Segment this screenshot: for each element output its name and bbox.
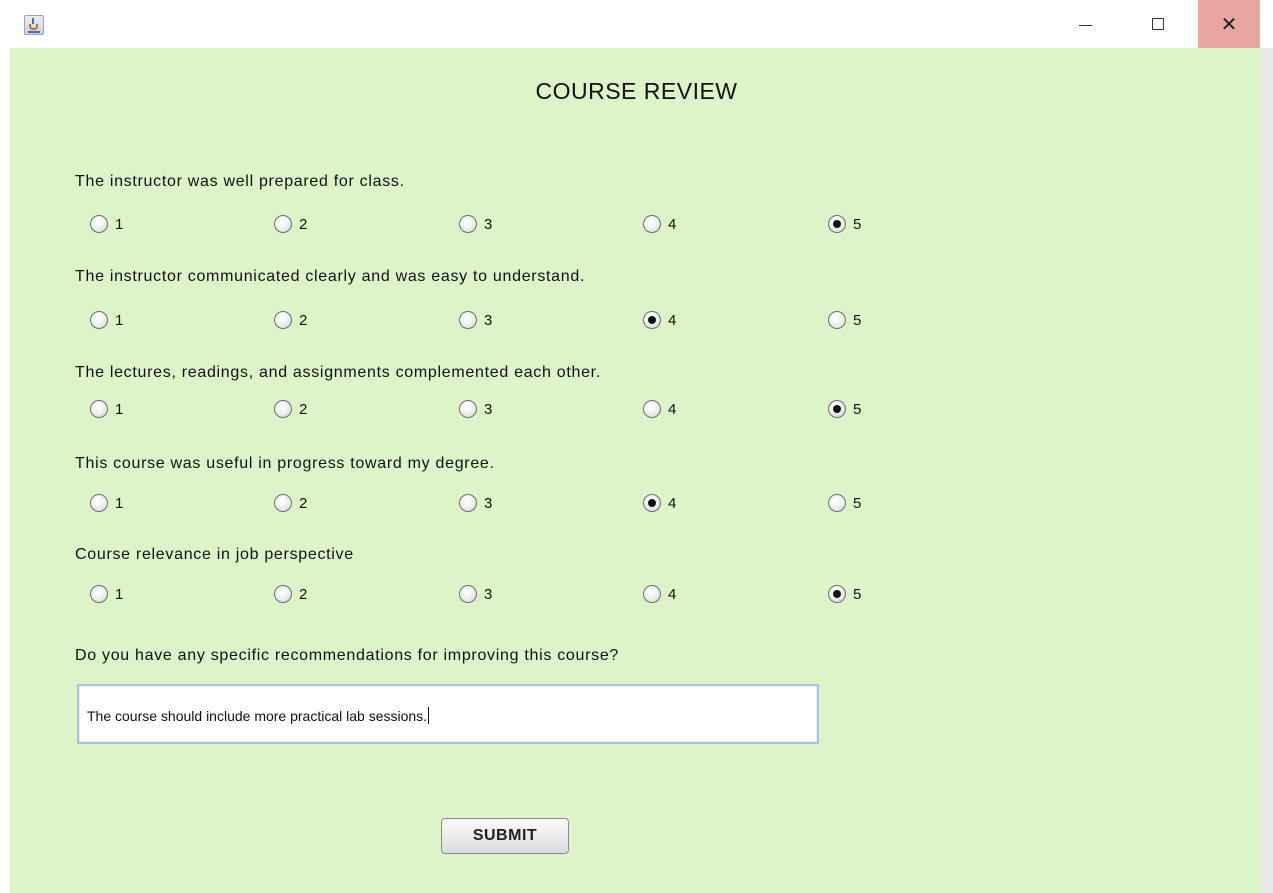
title-bar[interactable]: ✕ xyxy=(0,0,1273,48)
radio-unselected-icon xyxy=(90,585,108,603)
radio-label: 1 xyxy=(115,585,124,603)
radio-label: 5 xyxy=(853,215,862,233)
radio-label: 3 xyxy=(484,311,493,329)
radio-unselected-icon xyxy=(90,311,108,329)
question-2-label: The instructor communicated clearly and … xyxy=(75,268,586,285)
radio-label: 2 xyxy=(299,585,308,603)
radio-label: 4 xyxy=(668,494,677,512)
radio-label: 5 xyxy=(853,494,862,512)
radio-selected-icon xyxy=(828,215,846,233)
radio-unselected-icon xyxy=(459,215,477,233)
recommendation-text-field[interactable]: The course should include more practical… xyxy=(77,684,819,744)
radio-label: 1 xyxy=(115,494,124,512)
radio-unselected-icon xyxy=(643,400,661,418)
question-4-radio-2[interactable]: 2 xyxy=(274,493,307,513)
java-app-icon[interactable] xyxy=(24,15,44,35)
radio-label: 2 xyxy=(299,215,308,233)
maximize-icon xyxy=(1152,18,1164,30)
minimize-button[interactable] xyxy=(1062,0,1108,48)
question-4-label: This course was useful in progress towar… xyxy=(75,455,495,472)
question-4-radio-4[interactable]: 4 xyxy=(643,493,676,513)
question-5-radio-1[interactable]: 1 xyxy=(90,584,123,604)
radio-label: 3 xyxy=(484,400,493,418)
radio-unselected-icon xyxy=(90,494,108,512)
radio-label: 2 xyxy=(299,400,308,418)
radio-label: 5 xyxy=(853,311,862,329)
radio-selected-icon xyxy=(643,311,661,329)
question-3-label: The lectures, readings, and assignments … xyxy=(75,364,601,381)
minimize-icon xyxy=(1079,25,1092,26)
radio-unselected-icon xyxy=(274,215,292,233)
submit-button[interactable]: SUBMIT xyxy=(441,818,569,854)
question-5-radio-4[interactable]: 4 xyxy=(643,584,676,604)
question-2-radio-3[interactable]: 3 xyxy=(459,310,492,330)
question-4-radio-1[interactable]: 1 xyxy=(90,493,123,513)
recommendation-text-value: The course should include more practical… xyxy=(87,707,430,724)
radio-label: 5 xyxy=(853,400,862,418)
question-5-radio-3[interactable]: 3 xyxy=(459,584,492,604)
maximize-button[interactable] xyxy=(1135,0,1181,48)
question-3-radio-3[interactable]: 3 xyxy=(459,399,492,419)
radio-selected-icon xyxy=(828,400,846,418)
radio-unselected-icon xyxy=(828,494,846,512)
question-4-radio-5[interactable]: 5 xyxy=(828,493,861,513)
question-5-radio-5[interactable]: 5 xyxy=(828,584,861,604)
radio-unselected-icon xyxy=(274,494,292,512)
question-2-radio-5[interactable]: 5 xyxy=(828,310,861,330)
close-icon: ✕ xyxy=(1220,12,1238,36)
question-2-radio-4[interactable]: 4 xyxy=(643,310,676,330)
radio-unselected-icon xyxy=(459,400,477,418)
radio-unselected-icon xyxy=(274,400,292,418)
radio-selected-icon xyxy=(828,585,846,603)
radio-unselected-icon xyxy=(828,311,846,329)
radio-label: 3 xyxy=(484,494,493,512)
question-3-radio-2[interactable]: 2 xyxy=(274,399,307,419)
question-4-radio-3[interactable]: 3 xyxy=(459,493,492,513)
question-1-radio-5[interactable]: 5 xyxy=(828,214,861,234)
radio-unselected-icon xyxy=(274,585,292,603)
radio-label: 4 xyxy=(668,215,677,233)
radio-unselected-icon xyxy=(274,311,292,329)
page-title: COURSE REVIEW xyxy=(535,78,738,104)
application-window: ✕ COURSE REVIEW The instructor was well … xyxy=(0,0,1273,893)
radio-label: 2 xyxy=(299,311,308,329)
radio-label: 4 xyxy=(668,585,677,603)
radio-label: 4 xyxy=(668,400,677,418)
radio-unselected-icon xyxy=(459,311,477,329)
radio-unselected-icon xyxy=(459,585,477,603)
radio-unselected-icon xyxy=(643,585,661,603)
question-3-radio-1[interactable]: 1 xyxy=(90,399,123,419)
question-1-radio-4[interactable]: 4 xyxy=(643,214,676,234)
close-button[interactable]: ✕ xyxy=(1198,0,1260,48)
recommendation-question-label: Do you have any specific recommendations… xyxy=(75,647,620,664)
radio-unselected-icon xyxy=(459,494,477,512)
radio-label: 1 xyxy=(115,215,124,233)
question-2-radio-2[interactable]: 2 xyxy=(274,310,307,330)
radio-label: 4 xyxy=(668,311,677,329)
question-1-radio-1[interactable]: 1 xyxy=(90,214,123,234)
radio-label: 3 xyxy=(484,215,493,233)
radio-unselected-icon xyxy=(643,215,661,233)
question-1-label: The instructor was well prepared for cla… xyxy=(75,173,405,190)
question-3-radio-5[interactable]: 5 xyxy=(828,399,861,419)
window-right-edge xyxy=(1261,48,1273,893)
radio-label: 1 xyxy=(115,400,124,418)
radio-unselected-icon xyxy=(90,400,108,418)
radio-unselected-icon xyxy=(90,215,108,233)
question-1-radio-2[interactable]: 2 xyxy=(274,214,307,234)
question-5-label: Course relevance in job perspective xyxy=(75,546,354,563)
text-caret xyxy=(428,707,430,724)
question-2-radio-1[interactable]: 1 xyxy=(90,310,123,330)
question-1-radio-3[interactable]: 3 xyxy=(459,214,492,234)
question-5-radio-2[interactable]: 2 xyxy=(274,584,307,604)
radio-label: 3 xyxy=(484,585,493,603)
radio-label: 2 xyxy=(299,494,308,512)
question-3-radio-4[interactable]: 4 xyxy=(643,399,676,419)
radio-label: 5 xyxy=(853,585,862,603)
radio-selected-icon xyxy=(643,494,661,512)
radio-label: 1 xyxy=(115,311,124,329)
